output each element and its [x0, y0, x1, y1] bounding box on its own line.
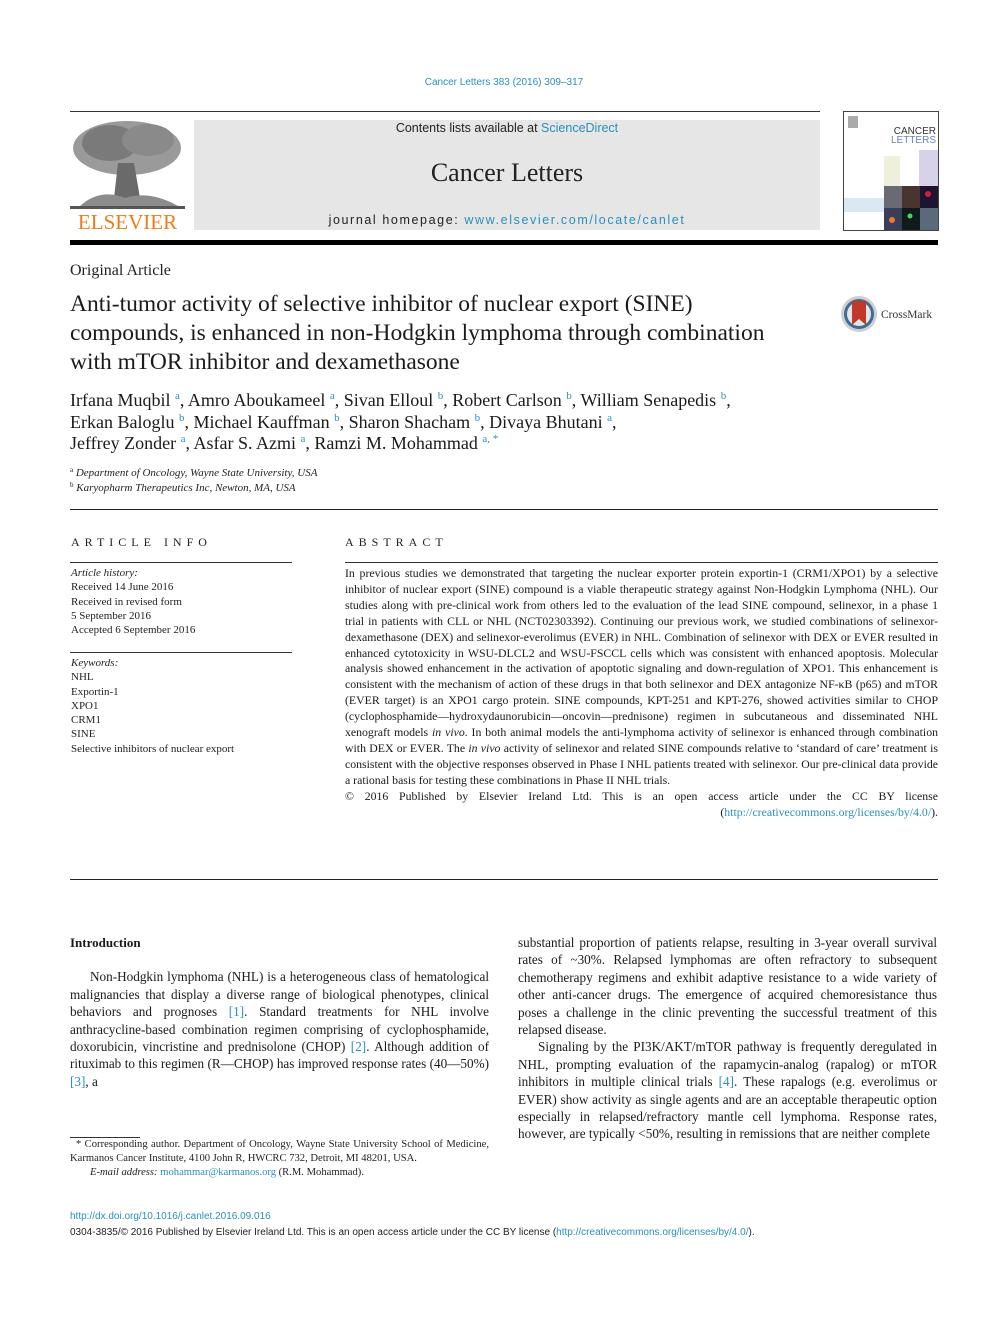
crossmark-button[interactable]: CrossMark [840, 295, 940, 335]
reference-link[interactable]: [2] [351, 1039, 366, 1054]
author[interactable]: Irfana Muqbil a [70, 390, 180, 410]
keywords-label: Keywords: [71, 657, 119, 669]
keyword: XPO1 [71, 699, 99, 712]
sciencedirect-link[interactable]: ScienceDirect [541, 121, 618, 135]
history-item: Received in revised form [71, 595, 182, 608]
front-matter-divider [70, 879, 938, 880]
history-item: Received 14 June 2016 [71, 581, 174, 594]
corresponding-author-note: * Corresponding author. Department of On… [70, 1139, 489, 1164]
abstract-license: © 2016 Published by Elsevier Ireland Ltd… [345, 788, 938, 819]
author[interactable]: Erkan Baloglu b [70, 412, 184, 432]
author-list: Irfana Muqbil a, Amro Aboukameel a, Siva… [70, 390, 731, 453]
keyword: Selective inhibitors of nuclear export [71, 742, 235, 755]
abstract-rule [345, 562, 938, 563]
reference-link[interactable]: [1] [229, 1004, 244, 1019]
body-paragraph: substantial proportion of patients relap… [518, 935, 937, 1038]
keywords-rule [70, 652, 292, 653]
header-top-rule [70, 111, 820, 112]
doi-link[interactable]: http://dx.doi.org/10.1016/j.canlet.2016.… [70, 1211, 271, 1222]
elsevier-wordmark: ELSEVIER [77, 210, 178, 234]
email-link[interactable]: mohammar@karmanos.org [160, 1167, 276, 1178]
affiliation: a Department of Oncology, Wayne State Un… [70, 466, 318, 480]
body-paragraph: Signaling by the PI3K/AKT/mTOR pathway i… [518, 1039, 937, 1142]
author[interactable]: Amro Aboukameel a [188, 390, 335, 410]
keywords: Keywords: NHL Exportin-1 XPO1 CRM1 SINE … [71, 656, 293, 756]
crossmark-label: CrossMark [881, 309, 933, 321]
elsevier-logo[interactable]: ELSEVIER [70, 118, 185, 234]
abstract-heading: ABSTRACT [345, 535, 448, 549]
email-note: E-mail address: mohammar@karmanos.org (R… [90, 1167, 364, 1178]
keyword: CRM1 [71, 714, 101, 727]
history-item: Accepted 6 September 2016 [71, 624, 196, 637]
article-type: Original Article [70, 262, 171, 279]
journal-header-box: Contents lists available at ScienceDirec… [194, 120, 820, 230]
history-item: 5 September 2016 [71, 609, 152, 622]
reference-link[interactable]: [3] [70, 1074, 85, 1089]
author[interactable]: William Senapedis b [580, 390, 726, 410]
abstract-body: In previous studies we demonstrated that… [345, 566, 938, 821]
section-heading-introduction: Introduction [70, 935, 141, 950]
affiliations: a Department of Oncology, Wayne State Un… [70, 466, 570, 496]
keyword: Exportin-1 [71, 685, 119, 698]
journal-homepage-link[interactable]: www.elsevier.com/locate/canlet [464, 213, 685, 227]
crossmark-icon [841, 296, 877, 332]
contents-prefix: Contents lists available at [395, 121, 542, 135]
article-info-rule [70, 562, 292, 563]
journal-name: Cancer Letters [430, 158, 584, 187]
body-column-left: Introduction Non-Hodgkin lymphoma (NHL) … [70, 934, 489, 1090]
affiliation: b Karyopharm Therapeutics Inc, Newton, M… [70, 481, 296, 495]
body-paragraph: Non-Hodgkin lymphoma (NHL) is a heteroge… [70, 969, 489, 1089]
author[interactable]: Asfar S. Azmi a [194, 433, 306, 453]
cover-art-icon: CANCER LETTERS [844, 112, 938, 230]
author[interactable]: Sivan Elloul b [344, 390, 444, 410]
footnote: * Corresponding author. Department of On… [70, 1138, 489, 1180]
keyword: SINE [71, 728, 96, 741]
author[interactable]: Michael Kauffman b [193, 412, 339, 432]
keyword: NHL [71, 671, 94, 684]
homepage-prefix: journal homepage: [328, 213, 465, 227]
homepage-line: journal homepage: www.elsevier.com/locat… [194, 213, 820, 227]
abstract-text: In previous studies we demonstrated that… [345, 566, 938, 787]
author[interactable]: Ramzi M. Mohammad a, * [314, 433, 498, 453]
body-column-right: substantial proportion of patients relap… [518, 934, 937, 1143]
section-divider [70, 509, 938, 510]
elsevier-tree-icon [70, 118, 185, 210]
author-affiliation-mark[interactable]: a, * [482, 433, 498, 445]
author[interactable]: Sharon Shacham b [349, 412, 480, 432]
author[interactable]: Divaya Bhutani a [489, 412, 612, 432]
history-label: Article history: [71, 567, 138, 579]
header-thick-rule [70, 240, 938, 245]
license-link[interactable]: http://creativecommons.org/licenses/by/4… [724, 805, 931, 819]
copyright-line: 0304-3835/© 2016 Published by Elsevier I… [70, 1227, 755, 1238]
author[interactable]: Jeffrey Zonder a [70, 433, 186, 453]
journal-cover-thumbnail[interactable]: CANCER LETTERS [843, 111, 939, 231]
article-title: Anti-tumor activity of selective inhibit… [70, 291, 765, 375]
cover-title-2: LETTERS [891, 135, 936, 146]
author[interactable]: Robert Carlson b [452, 390, 572, 410]
journal-citation-link[interactable]: Cancer Letters 383 (2016) 309–317 [0, 77, 992, 88]
reference-link[interactable]: [4] [719, 1074, 734, 1089]
article-history: Article history: Received 14 June 2016 R… [71, 566, 293, 637]
copyright-license-link[interactable]: http://creativecommons.org/licenses/by/4… [556, 1227, 748, 1238]
article-info-heading: ARTICLE INFO [71, 535, 212, 549]
contents-line: Contents lists available at ScienceDirec… [194, 121, 820, 135]
